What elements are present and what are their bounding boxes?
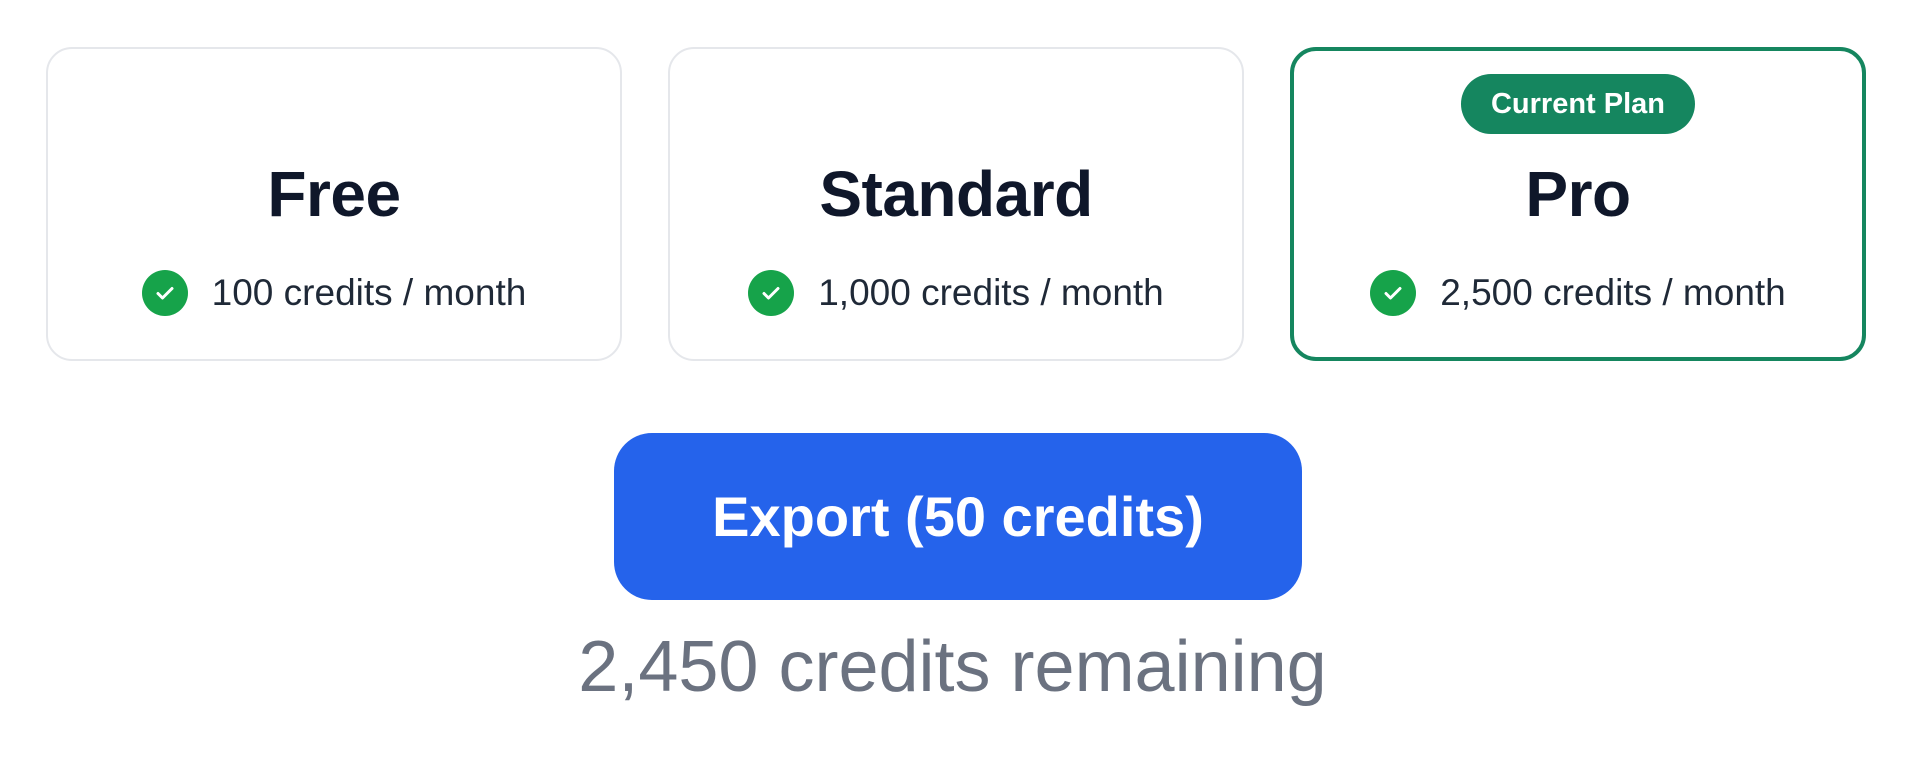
plan-card-pro[interactable]: Current Plan Pro 2,500 credits / month [1290, 47, 1866, 361]
plan-card-standard[interactable]: Standard 1,000 credits / month [668, 47, 1244, 361]
plan-card-free[interactable]: Free 100 credits / month [46, 47, 622, 361]
plan-feature-text: 1,000 credits / month [818, 272, 1164, 313]
credits-remaining-text: 2,450 credits remaining [578, 627, 1327, 707]
plan-feature: 2,500 credits / month [1294, 270, 1862, 316]
plan-name: Free [267, 158, 401, 230]
plan-name: Standard [819, 158, 1093, 230]
export-button[interactable]: Export (50 credits) [614, 433, 1302, 600]
plan-name: Pro [1525, 158, 1631, 230]
check-circle-icon [1370, 270, 1417, 316]
current-plan-badge: Current Plan [1460, 74, 1696, 134]
check-circle-icon [141, 270, 188, 316]
plan-feature: 1,000 credits / month [670, 270, 1242, 316]
plan-cards: Free 100 credits / month Standard 1,000 … [46, 47, 1866, 361]
check-circle-icon [748, 270, 795, 316]
plan-feature: 100 credits / month [48, 270, 620, 316]
plan-feature-text: 2,500 credits / month [1440, 272, 1786, 313]
plan-feature-text: 100 credits / month [211, 272, 527, 313]
